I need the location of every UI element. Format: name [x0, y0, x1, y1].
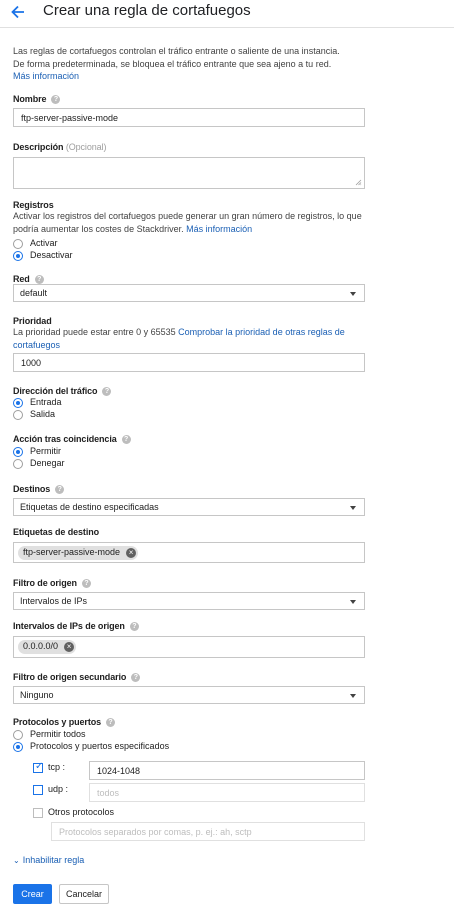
- help-icon[interactable]: ?: [81, 579, 91, 589]
- radio-selected[interactable]: [13, 742, 23, 752]
- description-textarea[interactable]: [13, 157, 365, 189]
- dropdown-caret-icon: [350, 292, 356, 296]
- tcp-label: tcp :: [48, 762, 66, 772]
- secondary-filter-label: Filtro de origen secundario?: [13, 672, 141, 683]
- source-ranges-label: Intervalos de IPs de origen?: [13, 621, 139, 632]
- remove-chip-icon[interactable]: ×: [126, 548, 137, 558]
- source-ranges-input[interactable]: 0.0.0.0/0 ×: [13, 636, 365, 658]
- direction-label: Dirección del tráfico?: [13, 386, 112, 397]
- targets-label: Destinos?: [13, 484, 65, 495]
- logs-description: Activar los registros del cortafuegos pu…: [13, 211, 362, 234]
- radio-selected[interactable]: [13, 398, 23, 408]
- checkmark-icon: ✓: [35, 761, 44, 772]
- dropdown-caret-icon: [350, 694, 356, 698]
- help-icon[interactable]: ?: [34, 275, 44, 285]
- dropdown-caret-icon: [350, 506, 356, 510]
- other-protocols-label: Otros protocolos: [48, 807, 115, 817]
- check-priority-link-cont[interactable]: cortafuegos: [13, 339, 365, 352]
- udp-checkbox[interactable]: [33, 785, 43, 795]
- name-input-value: ftp-server-passive-mode: [21, 113, 119, 123]
- priority-input[interactable]: 1000: [13, 353, 365, 372]
- help-icon[interactable]: ?: [102, 387, 112, 397]
- other-protocols-checkbox[interactable]: [33, 808, 43, 818]
- help-icon[interactable]: ?: [106, 718, 116, 728]
- other-protocols-input[interactable]: Protocolos separados por comas, p. ej.: …: [51, 822, 365, 841]
- targets-select[interactable]: Etiquetas de destino especificadas: [13, 498, 365, 516]
- action-label: Acción tras coincidencia?: [13, 434, 131, 445]
- tcp-checkbox[interactable]: ✓: [33, 761, 44, 773]
- intro-line-1: Las reglas de cortafuegos controlan el t…: [13, 46, 340, 56]
- help-icon[interactable]: ?: [131, 673, 141, 683]
- remove-chip-icon[interactable]: ×: [64, 642, 75, 652]
- chevron-down-icon: ⌄: [13, 856, 20, 865]
- name-label: Nombre?: [13, 94, 61, 105]
- description-label: Descripción (Opcional): [13, 142, 107, 152]
- target-tags-label: Etiquetas de destino: [13, 527, 100, 537]
- source-filter-label: Filtro de origen?: [13, 578, 91, 589]
- radio-unselected[interactable]: [13, 730, 23, 740]
- radio-unselected[interactable]: [13, 459, 23, 469]
- name-input[interactable]: ftp-server-passive-mode: [13, 108, 365, 127]
- logs-label: Registros: [13, 200, 54, 210]
- back-arrow-icon[interactable]: [9, 3, 27, 21]
- target-tag-chip: ftp-server-passive-mode ×: [18, 546, 139, 560]
- check-priority-link[interactable]: Comprobar la prioridad de otras reglas d…: [178, 327, 345, 337]
- logs-learn-more-link[interactable]: Más información: [186, 224, 252, 234]
- network-select[interactable]: default: [13, 284, 365, 302]
- help-icon[interactable]: ?: [121, 435, 131, 445]
- page-header: Crear una regla de cortafuegos: [0, 0, 454, 28]
- dropdown-caret-icon: [350, 600, 356, 604]
- intro-line-2: De forma predeterminada, se bloquea el t…: [13, 58, 332, 69]
- protocols-label: Protocolos y puertos?: [13, 717, 116, 728]
- help-icon[interactable]: ?: [51, 95, 61, 105]
- secondary-filter-select[interactable]: Ninguno: [13, 686, 365, 704]
- radio-unselected[interactable]: [13, 410, 23, 420]
- udp-ports-input[interactable]: todos: [89, 783, 365, 802]
- resize-handle-icon[interactable]: [355, 179, 362, 186]
- radio-selected[interactable]: [13, 447, 23, 457]
- help-icon[interactable]: ?: [129, 622, 139, 632]
- priority-description: La prioridad puede estar entre 0 y 65535…: [13, 326, 365, 351]
- tcp-ports-input[interactable]: 1024-1048: [89, 761, 365, 780]
- source-range-chip: 0.0.0.0/0 ×: [18, 640, 77, 654]
- learn-more-link[interactable]: Más información: [13, 70, 373, 83]
- radio-unselected[interactable]: [13, 239, 23, 249]
- disable-rule-toggle[interactable]: ⌄ Inhabilitar regla: [13, 855, 84, 865]
- udp-label: udp :: [48, 784, 69, 794]
- page-title: Crear una regla de cortafuegos: [43, 2, 251, 19]
- radio-selected[interactable]: [13, 251, 23, 261]
- priority-label: Prioridad: [13, 316, 52, 326]
- cancel-button[interactable]: Cancelar: [59, 884, 109, 904]
- help-icon[interactable]: ?: [55, 485, 65, 495]
- network-label: Red?: [13, 274, 44, 285]
- target-tags-input[interactable]: ftp-server-passive-mode ×: [13, 542, 365, 563]
- create-button[interactable]: Crear: [13, 884, 52, 904]
- source-filter-select[interactable]: Intervalos de IPs: [13, 592, 365, 610]
- intro-text: Las reglas de cortafuegos controlan el t…: [13, 45, 373, 83]
